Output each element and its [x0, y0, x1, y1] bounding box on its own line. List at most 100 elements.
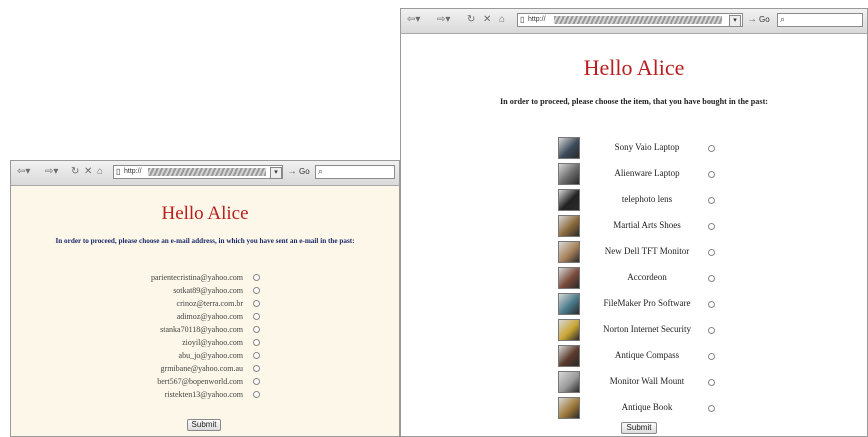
search-input[interactable]: ⌕ — [777, 13, 863, 27]
list-item: Sony Vaio Laptop — [401, 136, 867, 162]
item-radio[interactable] — [708, 405, 715, 412]
address-bar[interactable]: ▯ http:// ▾ — [517, 13, 743, 27]
list-item: grmibane@yahoo.com.au — [11, 362, 399, 375]
email-radio[interactable] — [253, 300, 260, 307]
reload-icon[interactable]: ↻ — [467, 14, 475, 26]
home-icon[interactable]: ⌂ — [499, 14, 505, 26]
back-arrow-icon[interactable]: ⇦▾ — [407, 14, 420, 26]
go-arrow-icon[interactable]: → — [287, 166, 297, 178]
page-title: Hello Alice — [161, 203, 249, 224]
item-label: Martial Arts Shoes — [613, 220, 681, 230]
item-label: FileMaker Pro Software — [603, 298, 691, 308]
forward-arrow-icon[interactable]: ⇨▾ — [45, 166, 58, 178]
item-label: Alienware Laptop — [614, 168, 680, 178]
item-radio[interactable] — [708, 353, 715, 360]
search-icon: ⌕ — [780, 14, 786, 24]
email-radio[interactable] — [253, 352, 260, 359]
item-radio[interactable] — [708, 379, 715, 386]
instruction-text: In order to proceed, please choose an e-… — [55, 237, 355, 245]
list-item: Norton Internet Security — [401, 318, 867, 344]
email-label: abu_jo@yahoo.com — [178, 351, 243, 360]
submit-button[interactable]: Submit — [621, 422, 657, 434]
list-item: FileMaker Pro Software — [401, 292, 867, 318]
forward-arrow-icon[interactable]: ⇨▾ — [437, 14, 450, 26]
reload-icon[interactable]: ↻ — [71, 166, 79, 178]
email-radio[interactable] — [253, 365, 260, 372]
email-label: ristekten13@yahoo.com — [164, 390, 243, 399]
email-radio[interactable] — [253, 339, 260, 346]
list-item: Antique Compass — [401, 344, 867, 370]
list-item: ristekten13@yahoo.com — [11, 388, 399, 401]
url-dropdown-icon[interactable]: ▾ — [729, 15, 741, 27]
page-icon: ▯ — [116, 167, 121, 176]
email-radio[interactable] — [253, 274, 260, 281]
email-label: grmibane@yahoo.com.au — [160, 364, 243, 373]
list-item: sotkat89@yahoo.com — [11, 284, 399, 297]
email-label: stanka70118@yahoo.com — [160, 325, 243, 334]
email-radio[interactable] — [253, 287, 260, 294]
email-label: bert567@bopenworld.com — [157, 377, 243, 386]
item-label: New Dell TFT Monitor — [604, 246, 690, 256]
go-arrow-icon[interactable]: → — [747, 14, 757, 26]
instruction-text: In order to proceed, please choose the i… — [499, 97, 769, 106]
email-radio[interactable] — [253, 313, 260, 320]
item-radio[interactable] — [708, 197, 715, 204]
email-radio[interactable] — [253, 391, 260, 398]
list-item: crinoz@terra.com.br — [11, 297, 399, 310]
stop-icon[interactable]: ✕ — [84, 166, 92, 178]
item-choice-window: ⇦▾ ⇨▾ ↻ ✕ ⌂ ▯ http:// ▾ → Go ⌕ Hello Ali… — [400, 8, 868, 437]
list-item: zioyil@yahoo.com — [11, 336, 399, 349]
browser-toolbar: ⇦▾ ⇨▾ ↻ ✕ ⌂ ▯ http:// ▾ → Go ⌕ — [11, 161, 399, 186]
search-input[interactable]: ⌕ — [315, 165, 395, 179]
email-label: crinoz@terra.com.br — [176, 299, 243, 308]
list-item: adimoz@yahoo.com — [11, 310, 399, 323]
item-radio[interactable] — [708, 171, 715, 178]
item-label: Accordeon — [627, 272, 667, 282]
item-radio[interactable] — [708, 223, 715, 230]
browser-toolbar: ⇦▾ ⇨▾ ↻ ✕ ⌂ ▯ http:// ▾ → Go ⌕ — [401, 9, 867, 34]
address-bar[interactable]: ▯ http:// ▾ — [113, 165, 283, 179]
item-label: Antique Compass — [614, 350, 680, 360]
item-radio[interactable] — [708, 301, 715, 308]
url-text: http:// — [124, 168, 142, 175]
item-radio[interactable] — [708, 249, 715, 256]
email-radio[interactable] — [253, 378, 260, 385]
list-item: abu_jo@yahoo.com — [11, 349, 399, 362]
list-item: stanka70118@yahoo.com — [11, 323, 399, 336]
item-radio[interactable] — [708, 327, 715, 334]
item-label: Sony Vaio Laptop — [614, 142, 680, 152]
go-button[interactable]: Go — [759, 15, 770, 24]
email-label: zioyil@yahoo.com — [182, 338, 243, 347]
email-choice-window: ⇦▾ ⇨▾ ↻ ✕ ⌂ ▯ http:// ▾ → Go ⌕ Hello Ali… — [10, 160, 400, 437]
email-label: parientecristina@yahoo.com — [151, 273, 243, 282]
list-item: parientecristina@yahoo.com — [11, 271, 399, 284]
list-item: bert567@bopenworld.com — [11, 375, 399, 388]
item-radio[interactable] — [708, 275, 715, 282]
submit-button[interactable]: Submit — [187, 419, 221, 431]
item-label: Monitor Wall Mount — [609, 376, 685, 386]
list-item: Alienware Laptop — [401, 162, 867, 188]
obscured-url — [554, 16, 722, 24]
url-text: http:// — [528, 16, 546, 23]
item-label: telephoto lens — [621, 194, 673, 204]
go-button[interactable]: Go — [299, 167, 310, 176]
list-item: New Dell TFT Monitor — [401, 240, 867, 266]
url-dropdown-icon[interactable]: ▾ — [270, 167, 282, 179]
obscured-url — [148, 168, 266, 176]
email-label: adimoz@yahoo.com — [176, 312, 243, 321]
list-item: Accordeon — [401, 266, 867, 292]
list-item: Monitor Wall Mount — [401, 370, 867, 396]
list-item: Antique Book — [401, 396, 867, 422]
email-radio[interactable] — [253, 326, 260, 333]
list-item: Martial Arts Shoes — [401, 214, 867, 240]
stop-icon[interactable]: ✕ — [483, 14, 491, 26]
back-arrow-icon[interactable]: ⇦▾ — [17, 166, 30, 178]
item-label: Antique Book — [621, 402, 673, 412]
home-icon[interactable]: ⌂ — [97, 166, 103, 178]
page-icon: ▯ — [520, 15, 525, 24]
search-icon: ⌕ — [318, 166, 324, 176]
page-title: Hello Alice — [583, 55, 685, 80]
item-radio[interactable] — [708, 145, 715, 152]
email-label: sotkat89@yahoo.com — [173, 286, 243, 295]
item-label: Norton Internet Security — [603, 324, 691, 334]
